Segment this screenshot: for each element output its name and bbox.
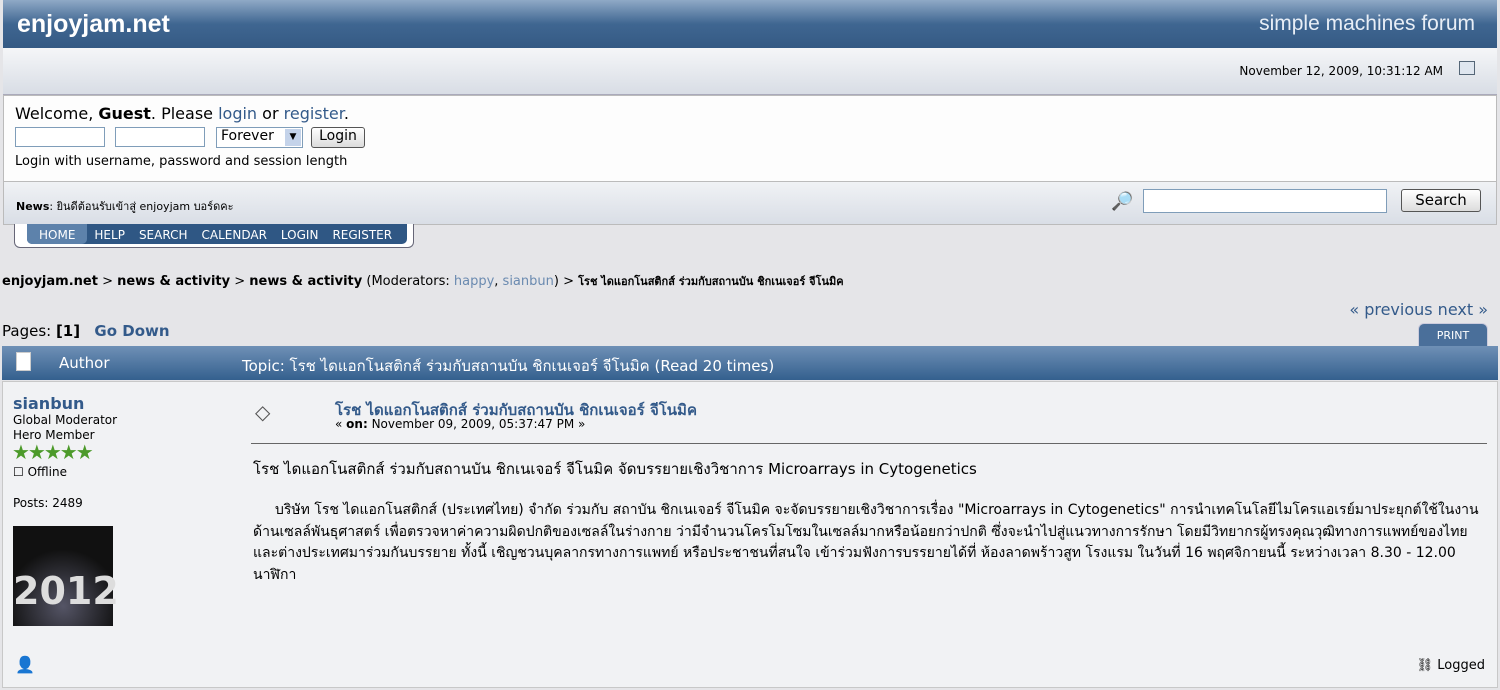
news-label: News <box>16 200 50 213</box>
menu-help[interactable]: HELP <box>87 224 132 244</box>
post-date-value: November 09, 2009, 05:37:47 PM <box>371 417 575 431</box>
pages-label: Pages: <box>2 322 56 340</box>
menu-home[interactable]: HOME <box>27 224 88 244</box>
author-role: Global Moderator <box>13 413 118 427</box>
crumb-sep: > <box>97 274 118 289</box>
welcome-prefix: Welcome, <box>15 104 99 123</box>
collapse-icon[interactable] <box>1459 61 1475 75</box>
logged-text: Logged <box>1437 658 1485 673</box>
crumb-topic[interactable]: โรช ไดแอกโนสติกส์ ร่วมกับสถานบัน ชิกเนเจ… <box>578 275 843 288</box>
menu-login[interactable]: LOGIN <box>274 224 326 244</box>
smf-logo: simple machines forum <box>1259 12 1475 35</box>
post-author[interactable]: sianbun <box>13 394 84 413</box>
news-content: : ยินดีต้อนรับเข้าสู่ enjoyjam บอร์ดคะ <box>49 200 234 213</box>
moderator-happy[interactable]: happy <box>454 274 494 289</box>
page-current[interactable]: [1] <box>56 322 80 340</box>
logged-icon: ⛓ <box>1416 658 1434 673</box>
password-input[interactable] <box>115 127 205 147</box>
username-input[interactable] <box>15 127 105 147</box>
online-status: ☐ Offline <box>13 465 67 479</box>
post-count: Posts: 2489 <box>13 496 83 510</box>
post-body-heading: โรช ไดแอกโนสติกส์ ร่วมกับสถานบัน ชิกเนเจ… <box>253 460 977 478</box>
go-down-link[interactable]: Go Down <box>94 322 169 340</box>
post-icon: ◇ <box>255 400 271 424</box>
register-link[interactable]: register <box>284 104 344 123</box>
prev-next-nav[interactable]: « previous next » <box>1349 300 1488 319</box>
status-text: Offline <box>27 465 67 479</box>
rank-stars-icon: ★★★★★ <box>12 440 94 464</box>
avatar: 2012 <box>13 526 119 626</box>
moderator-sianbun[interactable]: sianbun <box>503 274 554 289</box>
site-header: enjoyjam.net simple machines forum <box>3 0 1497 48</box>
topic-title: Topic: โรช ไดแอกโนสติกส์ ร่วมกับสถานบัน … <box>242 357 775 375</box>
search-button[interactable]: Search <box>1401 189 1481 212</box>
session-length-select[interactable]: Forever ▼ <box>216 127 303 148</box>
login-button[interactable]: Login <box>311 127 365 148</box>
post-date: « on: November 09, 2009, 05:37:47 PM » <box>335 417 586 431</box>
breadcrumb: enjoyjam.net > news & activity > news & … <box>2 274 844 289</box>
main-menu: HOME HELP SEARCH CALENDAR LOGIN REGISTER <box>14 224 414 248</box>
news-text: News: ยินดีต้อนรับเข้าสู่ enjoyjam บอร์ด… <box>16 197 233 215</box>
login-panel: Welcome, Guest. Please login or register… <box>3 95 1497 182</box>
on-label: on: <box>346 417 368 431</box>
avatar-text: 2012 <box>13 569 119 613</box>
crumb-board1[interactable]: news & activity <box>117 274 230 289</box>
welcome-end: . <box>343 104 349 123</box>
welcome-or: or <box>257 104 284 123</box>
topic-icon <box>16 352 31 371</box>
chevron-down-icon: ▼ <box>285 129 301 146</box>
crumb-sep: > <box>558 274 579 289</box>
search-icon: 🔎 <box>1111 191 1134 212</box>
print-button[interactable]: PRINT <box>1418 323 1488 347</box>
site-title[interactable]: enjoyjam.net <box>17 10 170 39</box>
moderators-label: (Moderators: <box>362 274 454 289</box>
crumb-board2[interactable]: news & activity <box>249 274 362 289</box>
crumb-site[interactable]: enjoyjam.net <box>2 274 98 289</box>
topic-header: Author Topic: โรช ไดแอกโนสติกส์ ร่วมกับส… <box>2 346 1498 380</box>
login-hint: Login with username, password and sessio… <box>15 154 348 169</box>
guest-label: Guest <box>98 104 151 123</box>
news-bar: News: ยินดีต้อนรับเข้าสู่ enjoyjam บอร์ด… <box>3 181 1497 225</box>
menu-search[interactable]: SEARCH <box>132 224 195 244</box>
post-divider <box>251 443 1487 444</box>
login-link[interactable]: login <box>218 104 257 123</box>
pagination: Pages: [1] Go Down <box>2 322 170 340</box>
logged-status: ⛓ Logged <box>1417 658 1485 673</box>
crumb-sep: > <box>230 274 250 289</box>
welcome-text: Welcome, Guest. Please login or register… <box>15 104 349 123</box>
current-date: November 12, 2009, 10:31:12 AM <box>1239 64 1443 78</box>
post: sianbun Global Moderator Hero Member ★★★… <box>2 381 1498 688</box>
menu-register[interactable]: REGISTER <box>325 224 399 244</box>
welcome-mid: . Please <box>150 104 219 123</box>
profile-icon[interactable]: 👤 <box>15 655 35 674</box>
date-bar: November 12, 2009, 10:31:12 AM <box>3 48 1497 95</box>
session-value: Forever <box>221 128 274 144</box>
search-input[interactable] <box>1143 189 1387 213</box>
menu-calendar[interactable]: CALENDAR <box>195 224 274 244</box>
author-column: Author <box>59 354 110 372</box>
post-body: บริษัท โรช ไดแอกโนสติกส์ (ประเทศไทย) จำก… <box>253 502 1479 583</box>
